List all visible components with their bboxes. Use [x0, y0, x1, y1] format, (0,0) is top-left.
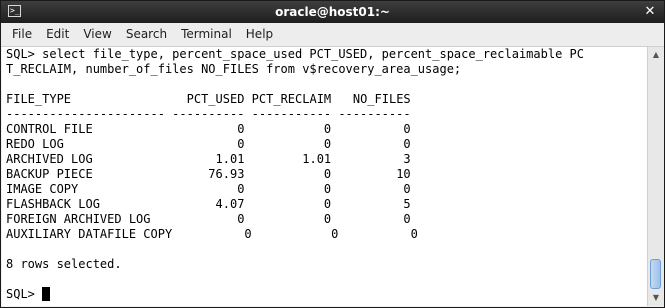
- menu-search[interactable]: Search: [119, 23, 174, 46]
- cell-pct-reclaim: 0: [251, 212, 332, 226]
- menu-view[interactable]: View: [76, 23, 118, 46]
- cell-no-files: 0: [338, 137, 411, 151]
- terminal-screen: SQL> select file_type, percent_space_use…: [2, 47, 647, 302]
- scroll-down-icon[interactable]: ▼: [651, 293, 661, 303]
- cell-pct-used: 0: [172, 137, 245, 151]
- cell-file-type: ARCHIVED LOG: [6, 152, 165, 166]
- terminal-window: >_ oracle@host01:~ ✕ File Edit View Sear…: [0, 0, 665, 308]
- cell-pct-used: 0: [172, 182, 245, 196]
- cell-pct-used: 1.01: [172, 152, 245, 166]
- sql-prompt: SQL>: [6, 287, 43, 301]
- text-cursor: [42, 287, 51, 301]
- cell-pct-used: 0: [172, 122, 245, 136]
- menu-edit[interactable]: Edit: [39, 23, 76, 46]
- menu-file[interactable]: File: [1, 23, 39, 46]
- cell-pct-reclaim: 0: [251, 197, 332, 211]
- table-row: ARCHIVED LOG 1.01 1.01 3: [6, 152, 647, 167]
- cell-pct-used: 0: [179, 227, 252, 241]
- cell-file-type: REDO LOG: [6, 137, 165, 151]
- title-bar[interactable]: >_ oracle@host01:~ ✕: [1, 1, 664, 23]
- vertical-scrollbar[interactable]: ▲ ▼: [647, 47, 664, 306]
- close-button[interactable]: ✕: [643, 5, 657, 19]
- window-title: oracle@host01:~: [275, 5, 390, 19]
- cell-pct-reclaim: 0: [258, 227, 339, 241]
- scrollbar-thumb[interactable]: [650, 259, 661, 289]
- scroll-up-icon[interactable]: ▲: [651, 50, 661, 60]
- command-line: SQL> select file_type, percent_space_use…: [6, 47, 584, 61]
- result-rows: CONTROL FILE 0 0 0 REDO LOG 0 0 0 ARCHIVED…: [6, 122, 647, 242]
- cell-pct-reclaim: 0: [251, 182, 332, 196]
- rows-selected-message: 8 rows selected.: [6, 257, 122, 271]
- cell-pct-reclaim: 0: [251, 122, 332, 136]
- table-row: IMAGE COPY 0 0 0: [6, 182, 647, 197]
- table-row: FOREIGN ARCHIVED LOG 0 0 0: [6, 212, 647, 227]
- table-row: FLASHBACK LOG 4.07 0 5: [6, 197, 647, 212]
- cell-no-files: 0: [338, 122, 411, 136]
- prompt-line[interactable]: SQL>: [6, 287, 647, 302]
- column-header-pct-used: PCT_USED: [172, 92, 245, 106]
- cell-no-files: 0: [338, 212, 411, 226]
- table-row: BACKUP PIECE 76.93 0 10: [6, 167, 647, 182]
- table-row: CONTROL FILE 0 0 0: [6, 122, 647, 137]
- column-header-file-type: FILE_TYPE: [6, 92, 165, 106]
- cell-pct-reclaim: 0: [251, 167, 332, 181]
- cell-file-type: IMAGE COPY: [6, 182, 165, 196]
- terminal-output[interactable]: SQL> select file_type, percent_space_use…: [2, 47, 647, 306]
- cell-file-type: AUXILIARY DATAFILE COPY: [6, 227, 173, 241]
- result-separator: ---------------------- ---------- ------…: [6, 107, 411, 121]
- cell-no-files: 10: [338, 167, 411, 181]
- cell-pct-used: 76.93: [172, 167, 245, 181]
- menu-bar: File Edit View Search Terminal Help: [1, 23, 664, 47]
- cell-no-files: 5: [338, 197, 411, 211]
- cell-file-type: CONTROL FILE: [6, 122, 165, 136]
- cell-pct-reclaim: 1.01: [251, 152, 332, 166]
- table-row: REDO LOG 0 0 0: [6, 137, 647, 152]
- cell-file-type: FLASHBACK LOG: [6, 197, 165, 211]
- column-header-pct-reclaim: PCT_RECLAIM: [251, 92, 332, 106]
- cell-pct-reclaim: 0: [251, 137, 332, 151]
- cell-file-type: BACKUP PIECE: [6, 167, 165, 181]
- cell-pct-used: 0: [172, 212, 245, 226]
- menu-terminal[interactable]: Terminal: [174, 23, 239, 46]
- result-header: FILE_TYPE PCT_USED PCT_RECLAIM NO_FILES: [6, 92, 647, 107]
- table-row: AUXILIARY DATAFILE COPY 0 0 0: [6, 227, 647, 242]
- cell-no-files: 3: [338, 152, 411, 166]
- cell-no-files: 0: [338, 182, 411, 196]
- command-line: T_RECLAIM, number_of_files NO_FILES from…: [6, 62, 462, 76]
- cell-pct-used: 4.07: [172, 197, 245, 211]
- cell-file-type: FOREIGN ARCHIVED LOG: [6, 212, 165, 226]
- cell-no-files: 0: [345, 227, 418, 241]
- column-header-no-files: NO_FILES: [338, 92, 411, 106]
- menu-help[interactable]: Help: [239, 23, 280, 46]
